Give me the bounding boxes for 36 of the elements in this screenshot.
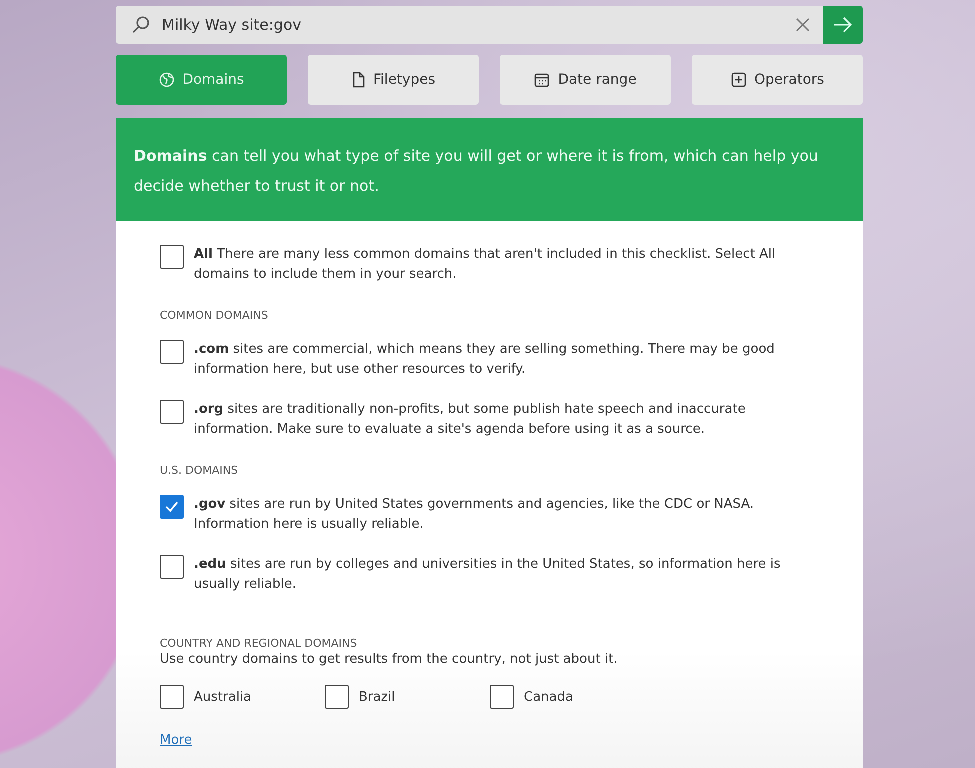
- checkbox-label: .com sites are commercial, which means they are selling something. There may be good information here, but use other resources to verify.: [194, 341, 776, 379]
- tab[interactable]: Date range: [500, 55, 671, 105]
- section-heading: COMMON DOMAINS: [160, 309, 270, 322]
- checkbox-label: Brazil: [359, 690, 396, 704]
- info-banner: Domains can tell you what type of site you will get or where it is from, which can help you decide whether to trust it or not.: [116, 118, 863, 221]
- section-note: Use country domains to get results from the country, not just about it.: [160, 652, 619, 667]
- checkbox[interactable]: [160, 245, 184, 269]
- checkbox-label: All There are many less common domains that aren't included in this checklist. Select All domains to include them in your search.: [194, 246, 777, 284]
- checkbox[interactable]: [160, 555, 184, 579]
- checkbox-label: .org sites are traditionally non-profits, but some publish hate speech and inaccurate information. Make sure to evaluate a site's agenda before using it as a source.: [194, 401, 747, 439]
- globe-icon: [158, 72, 175, 88]
- section-heading: U.S. DOMAINS: [160, 464, 240, 477]
- tab[interactable]: Operators: [692, 55, 863, 105]
- checkbox[interactable]: [160, 400, 184, 424]
- more-link[interactable]: More: [160, 733, 192, 748]
- checkbox[interactable]: [160, 685, 184, 709]
- tab[interactable]: Filetypes: [308, 55, 479, 105]
- close-icon[interactable]: [795, 17, 811, 33]
- search-field[interactable]: Milky Way site:gov: [160, 15, 783, 35]
- checkbox[interactable]: [490, 685, 514, 709]
- section-heading: COUNTRY AND REGIONAL DOMAINS: [160, 637, 358, 650]
- checkbox-label: .edu sites are run by colleges and universities in the United States, so information here is usually reliable.: [194, 556, 782, 594]
- search-icon: [132, 16, 150, 34]
- checkbox-label: Australia: [194, 690, 252, 704]
- checkbox[interactable]: [160, 340, 184, 364]
- checkbox-label: Canada: [524, 690, 574, 704]
- checkbox[interactable]: [160, 495, 184, 519]
- checkbox-label: .gov sites are run by United States governments and agencies, like the CDC or NASA. Information here is usually reliable.: [194, 496, 756, 534]
- arrow-right-button[interactable]: [823, 6, 863, 44]
- search-bar[interactable]: Milky Way site:gov: [116, 6, 863, 44]
- checkbox[interactable]: [325, 685, 349, 709]
- calendar-icon: [534, 72, 550, 88]
- check-icon: [165, 501, 179, 513]
- plus-box-icon: [730, 72, 747, 88]
- arrow-right-icon[interactable]: [833, 17, 853, 33]
- document-icon: [352, 72, 366, 88]
